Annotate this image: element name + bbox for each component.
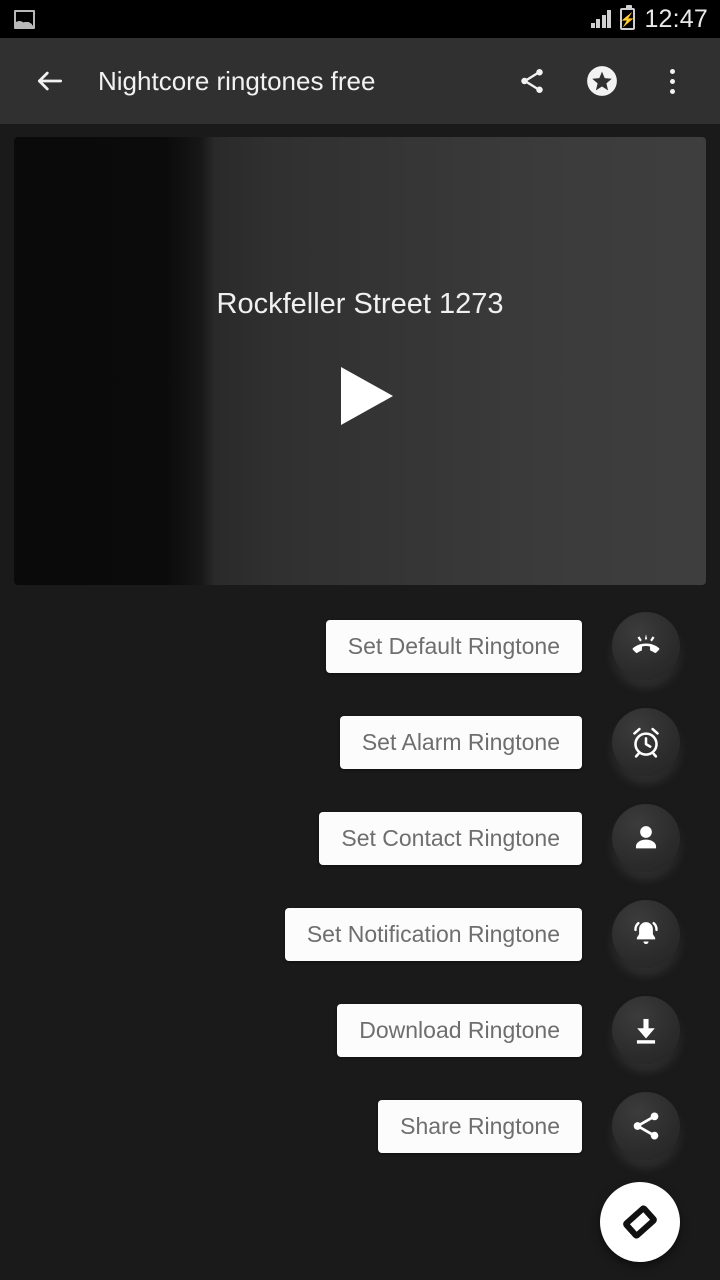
ring-volume-icon[interactable] (612, 612, 680, 680)
battery-charging-icon: ⚡ (620, 5, 636, 30)
action-row-set-contact-ringtone: Set Contact Ringtone (0, 790, 720, 886)
action-row-set-notification-ringtone: Set Notification Ringtone (0, 886, 720, 982)
action-row-download-ringtone: Download Ringtone (0, 982, 720, 1078)
fab-row (0, 1174, 720, 1270)
notification-bell-icon[interactable] (612, 900, 680, 968)
set-notification-ringtone-button[interactable]: Set Notification Ringtone (284, 907, 582, 961)
toolbar-actions (510, 59, 694, 103)
tag-diamond-shape (621, 1203, 659, 1241)
play-triangle-icon[interactable] (341, 367, 393, 425)
set-default-ringtone-button[interactable]: Set Default Ringtone (325, 619, 582, 673)
action-row-share-ringtone: Share Ringtone (0, 1078, 720, 1174)
more-vertical-icon[interactable] (650, 59, 694, 103)
status-bar-system: ⚡ 12:47 (590, 4, 708, 34)
person-icon[interactable] (612, 804, 680, 872)
star-circle-icon[interactable] (580, 59, 624, 103)
download-icon[interactable] (612, 996, 680, 1064)
status-bar: ⚡ 12:47 (0, 0, 720, 38)
action-row-set-alarm-ringtone: Set Alarm Ringtone (0, 694, 720, 790)
page-title: Nightcore ringtones free (98, 65, 376, 96)
share-icon[interactable] (510, 59, 554, 103)
video-player-card[interactable]: Rockfeller Street 1273 (14, 137, 706, 585)
tag-diamond-icon[interactable] (600, 1182, 680, 1262)
set-contact-ringtone-button[interactable]: Set Contact Ringtone (319, 811, 582, 865)
alarm-clock-icon[interactable] (612, 708, 680, 776)
ringtone-actions-list: Set Default Ringtone Set Alarm Ringtone (0, 598, 720, 1270)
arrow-back-icon[interactable] (26, 57, 74, 105)
app-toolbar: Nightcore ringtones free (0, 38, 720, 124)
download-ringtone-button[interactable]: Download Ringtone (337, 1003, 582, 1057)
status-bar-clock: 12:47 (644, 4, 708, 33)
share-icon[interactable] (612, 1092, 680, 1160)
gallery-image-icon (14, 9, 35, 29)
signal-bars-icon (590, 10, 612, 28)
share-ringtone-button[interactable]: Share Ringtone (378, 1099, 582, 1153)
set-alarm-ringtone-button[interactable]: Set Alarm Ringtone (339, 715, 582, 769)
action-row-set-default-ringtone: Set Default Ringtone (0, 598, 720, 694)
app-root: ⚡ 12:47 Nightcore ringtones free Rockfel… (0, 0, 720, 1280)
status-bar-notifications (14, 9, 35, 29)
video-title: Rockfeller Street 1273 (216, 288, 504, 320)
